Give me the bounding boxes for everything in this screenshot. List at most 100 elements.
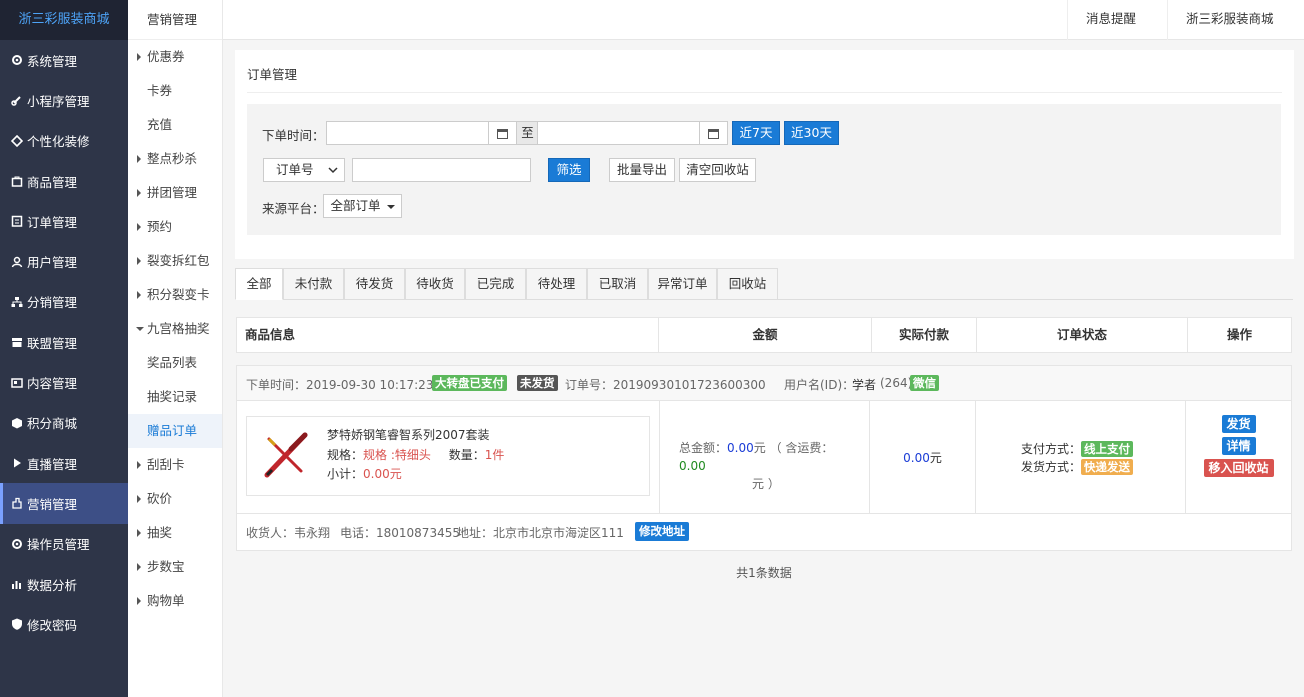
sub-nav-item[interactable]: 砍价 bbox=[128, 482, 222, 516]
sub-nav-item[interactable]: 抽奖 bbox=[128, 516, 222, 550]
edit-address-button[interactable]: 修改地址 bbox=[635, 522, 689, 541]
nav-item-label: 联盟管理 bbox=[27, 335, 78, 351]
nav-item[interactable]: 修改密码 bbox=[0, 604, 128, 644]
sitemap-icon bbox=[10, 295, 23, 308]
nav-item[interactable]: 个性化装修 bbox=[0, 121, 128, 161]
move-to-recycle-button[interactable]: 移入回收站 bbox=[1203, 459, 1274, 477]
shop-dropdown[interactable]: 浙三彩服装商城 bbox=[1167, 0, 1304, 60]
tab[interactable]: 异常订单 bbox=[648, 268, 717, 300]
nav-item-label: 操作员管理 bbox=[27, 537, 90, 553]
total-label: 总金额： bbox=[679, 441, 728, 455]
page-title: 订单管理 bbox=[247, 67, 298, 82]
tab[interactable]: 回收站 bbox=[717, 268, 778, 300]
nav-item[interactable]: 订单管理 bbox=[0, 201, 128, 241]
tab[interactable]: 待发货 bbox=[344, 268, 405, 300]
product-cell: 梦特娇钢笔睿智系列2007套装 规格：规格 :特细头 数量：1件 小计：0.00… bbox=[237, 401, 660, 514]
last-30-days-button[interactable]: 近30天 bbox=[784, 121, 839, 145]
sub-nav-item[interactable]: 步数宝 bbox=[128, 550, 222, 584]
sub-nav-item[interactable]: 奖品列表 bbox=[128, 346, 222, 380]
link-icon bbox=[10, 94, 23, 107]
sub-nav-item[interactable]: 裂变拆红包 bbox=[128, 244, 222, 278]
sub-nav-item[interactable]: 拼团管理 bbox=[128, 176, 222, 210]
sub-nav-item[interactable]: 卡券 bbox=[128, 74, 222, 108]
ship-button[interactable]: 发货 bbox=[1221, 415, 1256, 433]
tab[interactable]: 未付款 bbox=[283, 268, 344, 300]
nav-item-label: 系统管理 bbox=[27, 53, 78, 69]
end-date-input[interactable] bbox=[537, 121, 728, 145]
start-date-input[interactable] bbox=[326, 121, 517, 145]
sub-nav-item[interactable]: 优惠券 bbox=[128, 40, 222, 74]
nav-item[interactable]: 系统管理 bbox=[0, 40, 128, 80]
product-image[interactable] bbox=[261, 429, 311, 479]
nav-item[interactable]: 操作员管理 bbox=[0, 524, 128, 564]
nav-item[interactable]: 数据分析 bbox=[0, 564, 128, 604]
amount-cell: 总金额：0.00元 （ 含运费：0.00 元 ） bbox=[660, 401, 870, 514]
order-tabs: 全部 未付款 待发货 待收货 已完成 待处理 已取消 异常订单 回收站 bbox=[235, 268, 1293, 300]
cube-icon bbox=[10, 416, 23, 429]
pagination-total: 共1条数据 bbox=[736, 566, 792, 580]
tab[interactable]: 已取消 bbox=[587, 268, 648, 300]
sub-nav-item[interactable]: 购物单 bbox=[128, 584, 222, 618]
sub-nav-item[interactable]: 充值 bbox=[128, 108, 222, 142]
ship-status-badge: 未发货 bbox=[517, 375, 558, 391]
tab[interactable]: 待处理 bbox=[526, 268, 587, 300]
filter-button[interactable]: 筛选 bbox=[548, 158, 590, 182]
tab[interactable]: 已完成 bbox=[465, 268, 526, 300]
shield-icon bbox=[10, 618, 23, 631]
pay-method-label: 支付方式： bbox=[1021, 442, 1082, 456]
order-header: 下单时间：2019-09-30 10:17:23 大转盘已支付 未发货 订单号：… bbox=[237, 366, 1291, 401]
filter-panel: 订单管理 下单时间： 至 近7天 近30天 订单号 筛选 批量导出 清空回收站 … bbox=[235, 50, 1294, 259]
nav-item[interactable]: 直播管理 bbox=[0, 443, 128, 483]
sub-nav-item[interactable]: 抽奖记录 bbox=[128, 380, 222, 414]
source-platform-value: 全部订单 bbox=[330, 198, 381, 213]
gear-icon bbox=[10, 537, 23, 550]
nav-item[interactable]: 内容管理 bbox=[0, 362, 128, 402]
diamond-icon bbox=[10, 134, 23, 147]
brand-title[interactable]: 浙三彩服装商城 bbox=[0, 0, 128, 40]
nav-item-label: 小程序管理 bbox=[27, 93, 90, 109]
nav-item-label: 数据分析 bbox=[27, 577, 78, 593]
calendar-icon[interactable] bbox=[488, 122, 516, 144]
search-input[interactable] bbox=[352, 158, 531, 182]
product-name[interactable]: 梦特娇钢笔睿智系列2007套装 bbox=[327, 426, 490, 443]
total-value: 0.00 bbox=[727, 441, 754, 455]
receiver-phone: 电话：18010873455 bbox=[340, 526, 460, 540]
sub-nav-item[interactable]: 预约 bbox=[128, 210, 222, 244]
product-subtotal: 小计：0.00元 bbox=[327, 465, 402, 482]
nav-item[interactable]: 联盟管理 bbox=[0, 322, 128, 362]
nav-item[interactable]: 营销管理 bbox=[0, 483, 128, 524]
nav-item-label: 内容管理 bbox=[27, 376, 78, 392]
qty-value: 1件 bbox=[484, 448, 505, 462]
tab[interactable]: 待收货 bbox=[405, 268, 465, 300]
sub-nav-item[interactable]: 九宫格抽奖 bbox=[128, 312, 222, 346]
nav-item-label: 用户管理 bbox=[27, 255, 78, 271]
col-product-info: 商品信息 bbox=[237, 318, 659, 352]
nav-item[interactable]: 积分商城 bbox=[0, 403, 128, 443]
freight-value: 0.00 bbox=[679, 459, 706, 473]
search-type-select[interactable]: 订单号 bbox=[263, 158, 345, 182]
sub-nav-item[interactable]: 刮刮卡 bbox=[128, 448, 222, 482]
sub-nav-item[interactable]: 赠品订单 bbox=[128, 414, 222, 448]
chevron-down-icon bbox=[386, 204, 395, 209]
col-status: 订单状态 bbox=[977, 318, 1188, 352]
batch-export-button[interactable]: 批量导出 bbox=[609, 158, 675, 182]
col-actions: 操作 bbox=[1226, 327, 1252, 342]
nav-item[interactable]: 分销管理 bbox=[0, 282, 128, 322]
pay-method-badge: 线上支付 bbox=[1081, 441, 1134, 457]
payment-status-badge: 大转盘已支付 bbox=[432, 375, 507, 391]
product-box: 梦特娇钢笔睿智系列2007套装 规格：规格 :特细头 数量：1件 小计：0.00… bbox=[246, 416, 650, 496]
nav-item[interactable]: 小程序管理 bbox=[0, 80, 128, 120]
last-7-days-button[interactable]: 近7天 bbox=[732, 121, 780, 145]
sub-nav-item[interactable]: 积分裂变卡 bbox=[128, 278, 222, 312]
nav-item[interactable]: 商品管理 bbox=[0, 161, 128, 201]
tab[interactable]: 全部 bbox=[235, 268, 283, 300]
status-cell: 支付方式： 线上支付 发货方式： 快递发送 bbox=[976, 401, 1186, 514]
sub-nav-item[interactable]: 整点秒杀 bbox=[128, 142, 222, 176]
nav-item[interactable]: 用户管理 bbox=[0, 241, 128, 281]
clear-recycle-button[interactable]: 清空回收站 bbox=[679, 158, 756, 182]
detail-button[interactable]: 详情 bbox=[1221, 437, 1256, 455]
ship-method-badge: 快递发送 bbox=[1081, 459, 1134, 475]
notify-dropdown[interactable]: 消息提醒 bbox=[1067, 0, 1167, 60]
source-platform-dropdown[interactable]: 全部订单 bbox=[323, 194, 402, 218]
calendar-icon[interactable] bbox=[699, 122, 727, 144]
